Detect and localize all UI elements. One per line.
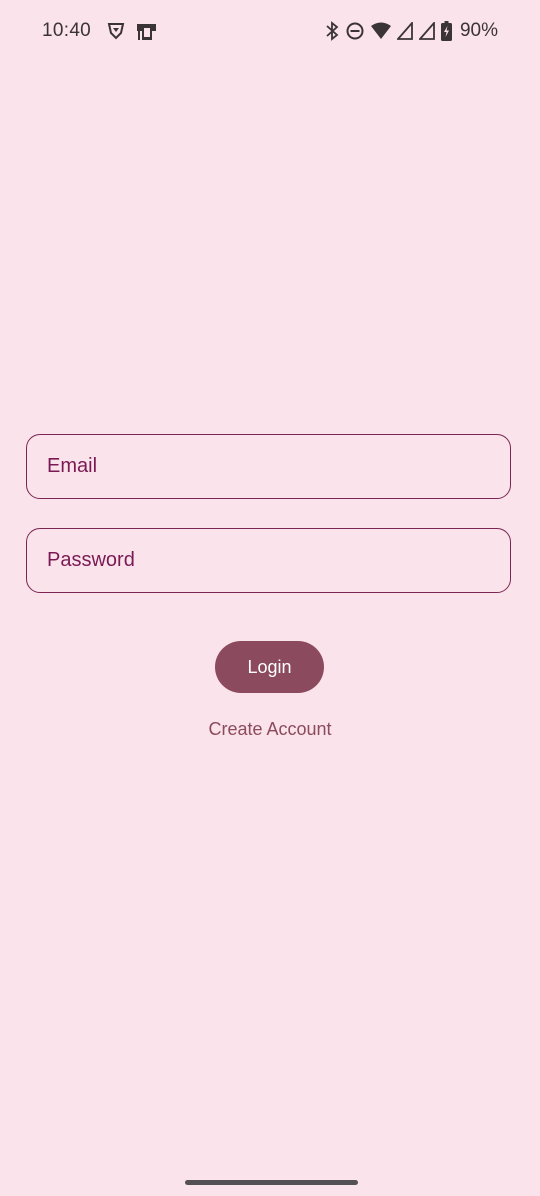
email-field[interactable] xyxy=(26,434,511,499)
status-bar: 10:40 90% xyxy=(0,0,540,64)
password-input[interactable] xyxy=(27,529,510,592)
cell-signal-icon xyxy=(418,22,435,40)
status-left-icons xyxy=(106,21,158,46)
login-button[interactable]: Login xyxy=(215,641,324,693)
password-field[interactable] xyxy=(26,528,511,593)
email-input[interactable] xyxy=(27,435,510,498)
screen-cast-icon xyxy=(136,21,158,46)
status-right-icons: 90% xyxy=(325,20,498,42)
battery-percentage: 90% xyxy=(459,20,498,41)
do-not-disturb-icon xyxy=(345,21,365,41)
cell-signal-icon xyxy=(396,22,413,40)
brave-shield-icon xyxy=(106,21,126,46)
bluetooth-icon xyxy=(325,21,339,41)
wifi-icon xyxy=(370,22,391,40)
home-indicator[interactable] xyxy=(185,1180,358,1185)
battery-charging-icon xyxy=(440,21,452,41)
create-account-link[interactable]: Create Account xyxy=(0,719,540,740)
status-time: 10:40 xyxy=(42,20,92,41)
